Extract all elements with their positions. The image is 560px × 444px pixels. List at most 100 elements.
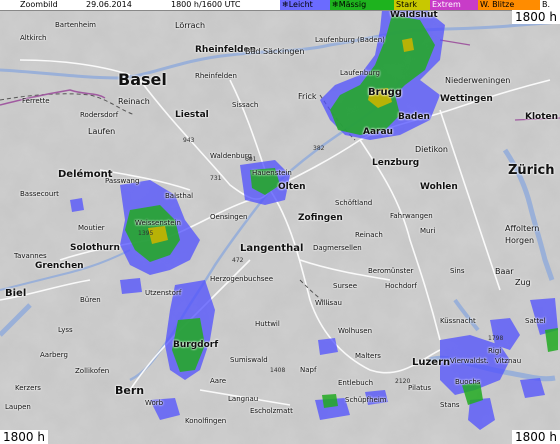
place-label: Wohlen [420, 182, 458, 192]
legend-label: Leicht [288, 0, 313, 9]
place-label: Kerzers [15, 384, 41, 392]
place-label: Rheinfelden [195, 72, 237, 80]
place-label: Hauenstein [252, 169, 292, 177]
place-label: Schöftland [335, 199, 373, 207]
place-label: Passwang [105, 177, 140, 185]
place-label: Vierwaldst. [450, 357, 489, 365]
place-label: Horgen [505, 236, 535, 245]
place-label: Grenchen [35, 261, 84, 271]
place-label: Brugg [368, 87, 402, 98]
place-label: Aarberg [40, 351, 68, 359]
place-label: Affoltern [505, 224, 540, 233]
place-label: Fahrwangen [390, 212, 433, 220]
place-label: Reinach [355, 231, 383, 239]
peak-elevation-label: 691 [245, 156, 257, 163]
place-label: Weissenstein [135, 219, 181, 227]
place-label: Tavannes [14, 252, 47, 260]
place-label: Schüpfheim [345, 396, 387, 404]
place-label: Vitznau [495, 357, 522, 365]
place-label: Burgdorf [173, 340, 219, 350]
place-label: Herzogenbuchsee [210, 275, 274, 283]
snowflake-icon: ❄ [332, 0, 339, 9]
place-label: Sumiswald [230, 356, 268, 364]
snowflake-icon: ❄ [282, 0, 289, 9]
place-label: Ferrette [22, 97, 50, 105]
date-label: 29.06.2014 [86, 0, 132, 9]
time-corner-bottom-right: 1800 h [512, 430, 560, 444]
place-label: Moutier [78, 224, 105, 232]
place-label: Baar [495, 267, 514, 276]
place-label: Sissach [232, 101, 259, 109]
place-label: Willisau [315, 299, 342, 307]
place-label: Konolfingen [185, 417, 227, 425]
place-label: Zug [515, 278, 531, 287]
place-label: Lörrach [175, 21, 206, 30]
place-label: Entlebuch [338, 379, 374, 387]
place-label: Zürich [508, 163, 555, 178]
peak-elevation-label: 1798 [488, 335, 504, 342]
place-label: Laupen [5, 403, 31, 411]
place-label: Basel [118, 70, 167, 89]
place-label: Lenzburg [372, 158, 420, 168]
place-label: Laufen [88, 127, 116, 136]
legend-label: B. [542, 0, 551, 9]
legend-label: W. Blitze [480, 0, 515, 9]
header-bar: Zoombild 29.06.2014 1800 h/1600 UTC ❄Lei… [0, 0, 560, 11]
place-label: Langnau [228, 395, 259, 403]
legend-extreme: Extrem [430, 0, 478, 10]
time-corner-top-right: 1800 h [512, 10, 560, 24]
zoom-label: Zoombild [20, 0, 58, 9]
place-label: Altkirch [20, 34, 47, 42]
place-label: Buochs [455, 378, 481, 386]
place-label: Bartenheim [55, 21, 96, 29]
peak-elevation-label: 382 [313, 145, 325, 152]
place-label: Rodersdorf [80, 111, 119, 119]
place-label: Dietikon [415, 145, 448, 154]
place-label: Luzern [412, 357, 451, 368]
peak-elevation-label: 1395 [138, 230, 154, 237]
place-label: Rigi [488, 347, 502, 355]
place-label: Bassecourt [20, 190, 59, 198]
place-label: Lyss [58, 326, 73, 334]
peak-elevation-label: 731 [210, 175, 222, 182]
place-label: Oensingen [210, 213, 248, 221]
place-label: Hochdorf [385, 282, 417, 290]
legend-moderate: ❄Mässig [330, 0, 394, 10]
place-label: Pilatus [408, 384, 432, 392]
place-label: Sins [450, 267, 465, 275]
place-label: Olten [278, 182, 306, 192]
place-label: Wolhusen [338, 327, 373, 335]
peak-elevation-label: 2120 [395, 378, 411, 385]
place-label: Kloten [525, 112, 559, 122]
radar-map-viewer: Altkirch Bartenheim Lörrach Rheinfelden Rhei… [0, 0, 560, 444]
time-label: 1800 h/1600 UTC [171, 0, 241, 9]
place-label: Waldshut [390, 10, 438, 20]
place-label: Aarau [363, 127, 393, 137]
peak-elevation-label: 472 [232, 257, 244, 264]
time-corner-bottom-left: 1800 h [0, 430, 48, 444]
place-label: Dagmersellen [313, 244, 362, 252]
place-label: Escholzmatt [250, 407, 293, 415]
place-label: Napf [300, 366, 317, 374]
place-label: Bad Säckingen [245, 47, 305, 56]
place-label: Sattel [525, 317, 546, 325]
place-label: Muri [420, 227, 436, 235]
place-label: Biel [5, 288, 27, 299]
legend-b: B. [540, 0, 560, 10]
place-label: Zofingen [298, 213, 343, 223]
legend-strong: Stark [394, 0, 430, 10]
place-label: Aare [210, 377, 227, 385]
legend-light: ❄Leicht [280, 0, 330, 10]
place-label: Laufenburg (Baden) [315, 36, 385, 44]
place-label: Reinach [118, 97, 150, 106]
place-label: Utzenstorf [145, 289, 182, 297]
place-label: Niederweningen [445, 76, 511, 85]
place-label: Küssnacht [440, 317, 476, 325]
peak-elevation-label: 1408 [270, 367, 286, 374]
place-label: Baden [398, 112, 430, 122]
place-label: Huttwil [255, 320, 280, 328]
legend-label: Mässig [338, 0, 367, 9]
place-label: Büren [80, 296, 101, 304]
legend-label: Stark [396, 0, 418, 9]
place-label: Bern [115, 384, 145, 397]
